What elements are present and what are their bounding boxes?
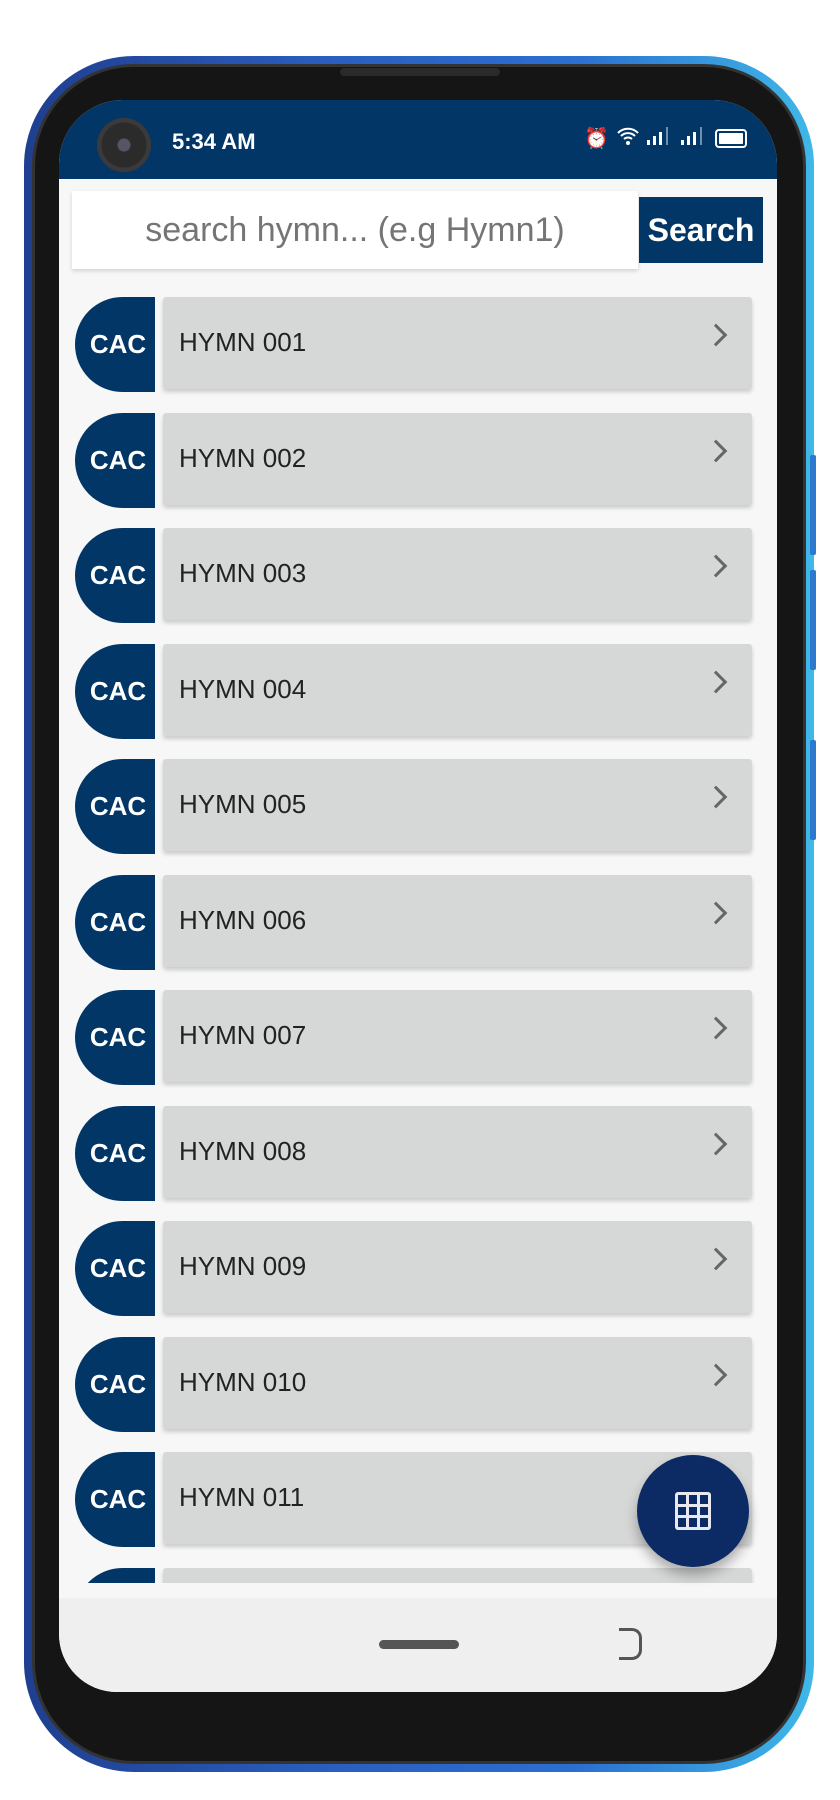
hymn-title: HYMN 007 [179,1020,307,1050]
hymn-card[interactable]: HYMN 009 [163,1221,752,1313]
hymn-list-item[interactable] [75,1567,765,1583]
search-input[interactable] [72,191,638,269]
hymn-list-item[interactable]: CAC HYMN 006 [75,874,765,970]
hymn-card[interactable]: HYMN 004 [163,643,752,736]
chevron-right-icon [704,1016,728,1040]
volume-up-button [810,455,816,555]
chevron-right-icon [704,439,728,462]
chevron-right-icon [704,670,728,693]
hymn-card[interactable]: HYMN 007 [163,990,752,1082]
volume-down-button [810,570,816,670]
hymn-title: HYMN 010 [179,1366,307,1397]
wifi-icon [617,127,639,151]
hymn-list-item[interactable]: CAC HYMN 003 [75,528,765,623]
hymn-list-item[interactable]: CAC HYMN 010 [75,1336,765,1432]
chevron-right-icon [704,1132,728,1155]
chevron-right-icon [704,785,728,809]
hymn-list-item[interactable]: CAC HYMN 004 [75,643,765,739]
hymn-list-item[interactable]: CAC HYMN 007 [75,990,765,1085]
hymn-card[interactable]: HYMN 006 [163,874,752,967]
search-button[interactable]: Search [639,197,763,263]
status-icons: ⏰ [584,126,747,151]
cac-badge: CAC [75,759,155,854]
hymn-title: HYMN 002 [179,442,307,473]
cac-badge: CAC [75,1336,155,1432]
hymn-list-item[interactable]: CAC HYMN 005 [75,759,765,854]
cac-badge: CAC [75,990,155,1085]
hymn-title: HYMN 006 [179,904,307,935]
hymn-list-item[interactable]: CAC HYMN 002 [75,412,765,508]
hymn-list[interactable]: CAC HYMN 001 CAC HYMN 002 CAC HYMN 003 CAC HYMN… [59,294,777,1583]
cac-badge: CAC [75,643,155,739]
chevron-right-icon [704,1363,728,1386]
hymn-card[interactable]: HYMN 005 [163,759,752,851]
signal-icon [681,126,707,151]
power-button [810,740,816,840]
chevron-right-icon [704,323,728,347]
system-nav-bar [59,1598,777,1692]
hymn-card[interactable]: HYMN 008 [163,1105,752,1198]
earpiece [340,68,500,76]
cac-badge: CAC [75,528,155,623]
cac-badge [75,1567,155,1583]
hymn-title: HYMN 004 [179,673,307,704]
chevron-right-icon [704,554,728,578]
hymn-list-item[interactable]: CAC HYMN 001 [75,297,765,392]
hymn-card[interactable]: HYMN 003 [163,528,752,620]
cac-badge: CAC [75,297,155,392]
screen: 5:34 AM ⏰ Search CACHYMN 001CACHYMN 002C… [59,100,777,1692]
hymn-list-item[interactable]: CAC HYMN 009 [75,1221,765,1316]
hymn-title: HYMN 001 [179,327,307,357]
hymn-title: HYMN 008 [179,1135,307,1166]
cac-badge: CAC [75,412,155,508]
front-camera [97,118,151,172]
status-bar: 5:34 AM ⏰ [59,100,777,179]
hymn-title: HYMN 003 [179,558,307,588]
hymn-title: HYMN 011 [179,1482,305,1512]
cac-badge: CAC [75,1105,155,1201]
hymn-list-item[interactable]: CAC HYMN 008 [75,1105,765,1201]
keypad-grid-icon [675,1492,711,1530]
keypad-fab-button[interactable] [637,1455,749,1567]
hymn-card[interactable]: HYMN 002 [163,412,752,505]
back-icon[interactable] [619,1628,642,1660]
cac-badge: CAC [75,1221,155,1316]
search-bar: Search [71,188,771,272]
chevron-right-icon [704,1247,728,1271]
cac-badge: CAC [75,874,155,970]
battery-icon [715,129,747,148]
signal-icon [647,126,673,151]
chevron-right-icon [704,901,728,924]
cac-badge: CAC [75,1452,155,1547]
hymn-title: HYMN 005 [179,789,307,819]
alarm-icon: ⏰ [584,128,609,150]
hymn-title: HYMN 009 [179,1251,307,1281]
home-gesture-bar[interactable] [379,1640,459,1649]
status-time: 5:34 AM [172,129,256,154]
hymn-card[interactable]: HYMN 001 [163,297,752,389]
hymn-card[interactable] [163,1567,752,1583]
hymn-card[interactable]: HYMN 010 [163,1336,752,1429]
